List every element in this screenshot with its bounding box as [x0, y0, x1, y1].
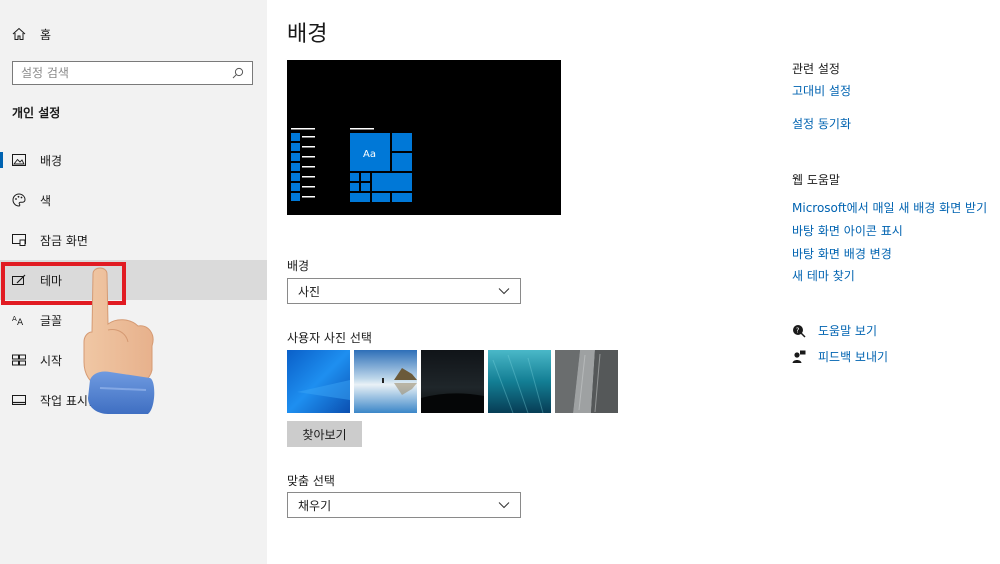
chevron-down-icon [498, 287, 510, 295]
sidebar-item-lock-screen[interactable]: 잠금 화면 [0, 220, 267, 260]
picture-icon [12, 153, 26, 167]
svg-text:A: A [17, 318, 24, 326]
web-help-title: 웹 도움말 [792, 173, 840, 187]
sidebar-item-label: 색 [40, 193, 52, 208]
desktop-icons-link[interactable]: 바탕 화면 아이콘 표시 [792, 222, 903, 239]
fit-value: 채우기 [298, 498, 332, 513]
background-type-label: 배경 [287, 259, 310, 273]
browse-button[interactable]: 찾아보기 [287, 421, 362, 447]
settings-search-box[interactable] [12, 61, 253, 85]
fit-dropdown[interactable]: 채우기 [287, 492, 521, 518]
high-contrast-link[interactable]: 고대비 설정 [792, 82, 851, 99]
wallpaper-thumbnail-beach[interactable] [354, 350, 417, 413]
lock-screen-icon [12, 233, 26, 247]
help-chat-icon: ? [792, 324, 806, 338]
svg-text:?: ? [796, 326, 800, 334]
wallpaper-thumbnail-cliff[interactable] [555, 350, 618, 413]
section-title: 개인 설정 [12, 106, 61, 120]
picture-thumbnails [287, 350, 618, 414]
daily-wallpaper-link[interactable]: Microsoft에서 매일 새 배경 화면 받기 [792, 199, 987, 216]
sidebar-item-label: 시작 [40, 353, 63, 368]
wallpaper-thumbnail-windows[interactable] [287, 350, 350, 413]
home-nav-item[interactable]: 홈 [12, 22, 51, 46]
sidebar: 홈 개인 설정 배경 색 잠금 화면 [0, 0, 267, 564]
sidebar-item-label: 테마 [40, 273, 63, 288]
sidebar-item-label: 글꼴 [40, 313, 63, 328]
background-type-value: 사진 [298, 284, 321, 299]
background-type-dropdown[interactable]: 사진 [287, 278, 521, 304]
home-label: 홈 [40, 27, 52, 42]
feedback-icon [792, 350, 806, 364]
choose-picture-label: 사용자 사진 선택 [287, 331, 372, 345]
start-icon [12, 353, 26, 367]
sidebar-item-start[interactable]: 시작 [0, 340, 267, 380]
send-feedback-link[interactable]: 피드백 보내기 [792, 348, 888, 365]
get-help-label: 도움말 보기 [818, 324, 878, 338]
theme-icon [12, 273, 26, 287]
chevron-down-icon [498, 501, 510, 509]
home-icon [12, 27, 26, 41]
sidebar-item-color[interactable]: 색 [0, 180, 267, 220]
sidebar-item-theme[interactable]: 테마 [0, 260, 267, 300]
wallpaper-thumbnail-underwater[interactable] [488, 350, 551, 414]
settings-search-input[interactable] [21, 66, 232, 80]
sidebar-item-label: 작업 표시줄 [40, 393, 100, 408]
related-settings-title: 관련 설정 [792, 62, 840, 76]
palette-icon [12, 193, 26, 207]
sidebar-item-taskbar[interactable]: 작업 표시줄 [0, 380, 267, 420]
search-icon[interactable] [232, 67, 244, 79]
font-icon: AA [12, 313, 26, 327]
sidebar-item-label: 배경 [40, 153, 63, 168]
nav-list: 배경 색 잠금 화면 테마 AA 글꼴 시작 작업 표시줄 [0, 140, 267, 420]
desktop-preview: Aa [287, 60, 561, 215]
change-background-link[interactable]: 바탕 화면 배경 변경 [792, 245, 892, 262]
page-title: 배경 [287, 22, 328, 47]
sidebar-item-label: 잠금 화면 [40, 233, 88, 248]
preview-sample-text: Aa [363, 149, 376, 160]
fit-label: 맞춤 선택 [287, 474, 335, 488]
send-feedback-label: 피드백 보내기 [818, 350, 889, 364]
sidebar-item-background[interactable]: 배경 [0, 140, 267, 180]
get-themes-link[interactable]: 새 테마 찾기 [792, 267, 855, 284]
sidebar-item-fonts[interactable]: AA 글꼴 [0, 300, 267, 340]
sync-settings-link[interactable]: 설정 동기화 [792, 115, 851, 132]
taskbar-icon [12, 393, 26, 407]
wallpaper-thumbnail-night[interactable] [421, 350, 484, 413]
get-help-link[interactable]: ? 도움말 보기 [792, 322, 877, 339]
